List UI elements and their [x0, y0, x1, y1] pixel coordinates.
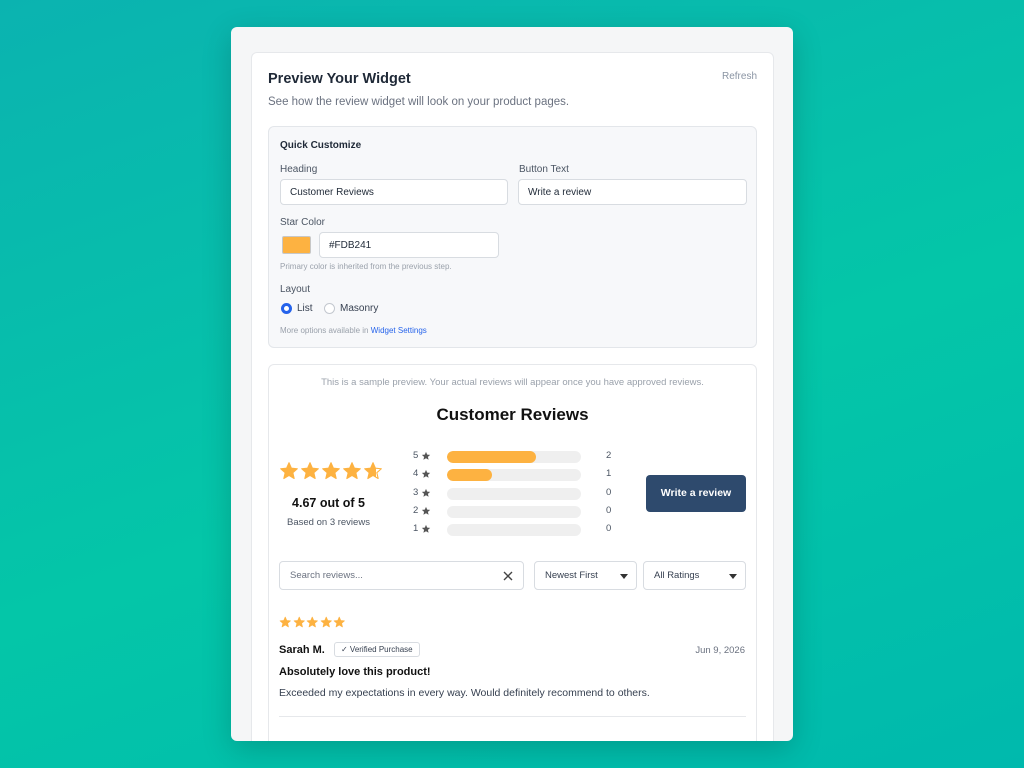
- rating-bar-count: 0: [606, 504, 612, 516]
- search-reviews-input[interactable]: Search reviews...: [279, 561, 524, 590]
- star-icon: [421, 525, 431, 533]
- refresh-link[interactable]: Refresh: [722, 71, 757, 82]
- review-title: Absolutely love this product!: [279, 666, 431, 678]
- heading-label: Heading: [280, 164, 318, 175]
- layout-label: Layout: [280, 284, 311, 295]
- rating-bar-track: [447, 524, 581, 537]
- rating-bar-count: 0: [606, 523, 612, 535]
- rating-bar-count: 2: [606, 450, 612, 461]
- star-color-label: Star Color: [280, 217, 326, 228]
- page-subtitle: See how the review widget will look on y…: [268, 96, 570, 108]
- based-on-reviews: Based on 3 reviews: [287, 517, 370, 528]
- star-color-input[interactable]: [319, 232, 499, 258]
- layout-radio-list[interactable]: [281, 303, 292, 314]
- rating-bar-track: [447, 487, 581, 500]
- rating-filter-select[interactable]: All Ratings: [643, 561, 746, 590]
- widget-settings-link[interactable]: Widget Settings: [371, 326, 427, 335]
- star-icon: [421, 488, 431, 497]
- chevron-down-icon: [729, 574, 737, 579]
- star-icon: [320, 616, 332, 628]
- button-text-input[interactable]: [518, 179, 747, 205]
- preview-card: Preview Your Widget Refresh See how the …: [251, 52, 774, 741]
- more-options-hint: More options available in Widget Setting…: [280, 326, 427, 335]
- star-icon: [306, 616, 318, 628]
- average-rating-text: 4.67 out of 5: [292, 496, 365, 510]
- rating-bar-row[interactable]: 10: [413, 523, 613, 537]
- review-body: Exceeded my expectations in every way. W…: [279, 687, 650, 699]
- star-icon: [333, 616, 345, 628]
- rating-bar-row[interactable]: 20: [413, 504, 613, 518]
- more-options-text: More options available in: [280, 326, 369, 335]
- review-rating-stars: [279, 616, 346, 629]
- star-icon: [280, 462, 298, 480]
- sample-preview-note: This is a sample preview. Your actual re…: [321, 377, 704, 388]
- star-icon: [301, 462, 319, 480]
- button-text-label: Button Text: [519, 164, 569, 175]
- star-icon: [421, 451, 431, 460]
- rating-bar-fill: [447, 469, 492, 482]
- heading-input[interactable]: [280, 179, 508, 205]
- review-date: Jun 9, 2026: [695, 645, 745, 656]
- star-icon: [293, 616, 305, 628]
- rating-bar-track: [447, 451, 581, 463]
- widget-heading: Customer Reviews: [436, 405, 589, 424]
- rating-bar-label: 1: [413, 523, 419, 535]
- rating-bar-fill: [447, 451, 537, 463]
- star-icon: [343, 462, 361, 480]
- rating-bar-count: 1: [606, 468, 612, 480]
- write-review-button[interactable]: Write a review: [646, 475, 746, 512]
- star-icon: [421, 470, 431, 479]
- verified-purchase-badge: ✓ Verified Purchase: [334, 642, 420, 657]
- rating-bar-label: 4: [413, 468, 419, 480]
- search-placeholder: Search reviews...: [290, 570, 363, 581]
- rating-bar-track: [447, 469, 581, 482]
- quick-customize-title: Quick Customize: [280, 140, 362, 151]
- rating-bar-row[interactable]: 52: [413, 450, 613, 463]
- rating-filter-selected: All Ratings: [654, 570, 700, 581]
- rating-bar-row[interactable]: 30: [413, 486, 613, 500]
- review-author: Sarah M.: [279, 644, 325, 656]
- layout-option-masonry[interactable]: Masonry: [340, 303, 378, 314]
- rating-bar-label: 3: [413, 486, 419, 498]
- star-color-swatch[interactable]: [282, 236, 311, 254]
- star-icon: [421, 506, 431, 515]
- star-icon: [322, 462, 340, 480]
- layout-option-list[interactable]: List: [297, 303, 313, 314]
- rating-bar-label: 5: [413, 450, 419, 461]
- star-icon: [279, 616, 291, 628]
- star-half-icon: [364, 462, 382, 480]
- rating-bar-label: 2: [413, 504, 419, 516]
- quick-customize-panel: Quick Customize Heading Button Text Star…: [268, 126, 757, 348]
- star-color-hint: Primary color is inherited from the prev…: [280, 262, 452, 271]
- rating-bar-row[interactable]: 41: [413, 468, 613, 482]
- page-title: Preview Your Widget: [268, 71, 411, 87]
- close-icon[interactable]: [502, 570, 514, 582]
- sort-select[interactable]: Newest First: [534, 561, 637, 590]
- widget-preview: This is a sample preview. Your actual re…: [268, 364, 757, 741]
- sort-selected: Newest First: [545, 570, 598, 581]
- layout-radio-masonry[interactable]: [324, 303, 335, 314]
- chevron-down-icon: [620, 574, 628, 579]
- rating-bar-track: [447, 505, 581, 518]
- widget-preview-window: Preview Your Widget Refresh See how the …: [231, 27, 793, 741]
- review-divider: [279, 716, 746, 717]
- average-rating-stars: [279, 461, 383, 481]
- rating-bar-count: 0: [606, 486, 612, 498]
